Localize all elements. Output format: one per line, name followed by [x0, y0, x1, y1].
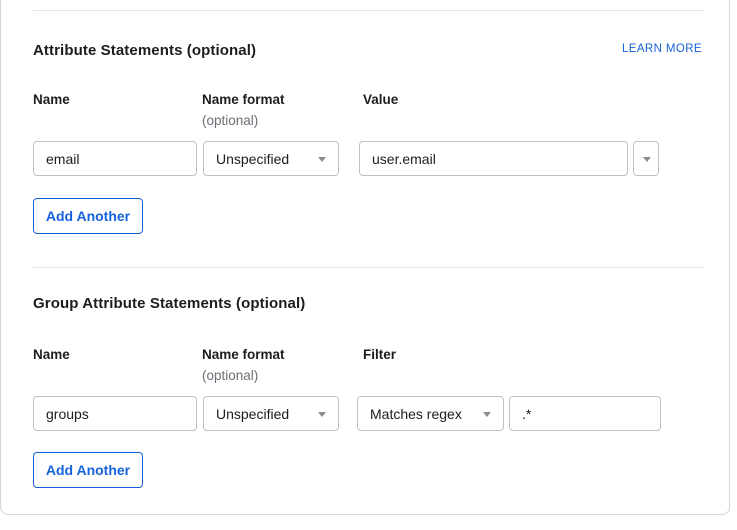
chevron-down-icon: [318, 412, 326, 417]
attribute-name-input[interactable]: [33, 141, 197, 176]
attribute-name-format-select[interactable]: Unspecified: [203, 141, 339, 176]
column-note-optional: (optional): [202, 368, 258, 383]
attribute-statements-title: Attribute Statements (optional): [33, 42, 256, 59]
column-header-name-format: Name format: [202, 92, 285, 107]
group-attribute-statements-title: Group Attribute Statements (optional): [33, 295, 305, 312]
group-attribute-name-format-selected-value: Unspecified: [216, 406, 310, 422]
group-filter-type-selected-value: Matches regex: [370, 406, 475, 422]
add-another-attribute-button[interactable]: Add Another: [33, 198, 143, 234]
section-divider: [33, 267, 704, 268]
section-divider: [33, 10, 704, 11]
column-header-name: Name: [33, 92, 70, 107]
column-header-filter: Filter: [363, 347, 396, 362]
group-attribute-name-format-select[interactable]: Unspecified: [203, 396, 339, 431]
chevron-down-icon: [318, 157, 326, 162]
group-attribute-name-input[interactable]: [33, 396, 197, 431]
column-header-value: Value: [363, 92, 398, 107]
saml-settings-panel: Attribute Statements (optional) LEARN MO…: [0, 0, 730, 515]
learn-more-link[interactable]: LEARN MORE: [622, 43, 702, 55]
group-filter-value-input[interactable]: [509, 396, 661, 431]
column-header-name: Name: [33, 347, 70, 362]
chevron-down-icon: [643, 157, 651, 162]
group-filter-type-select[interactable]: Matches regex: [357, 396, 504, 431]
chevron-down-icon: [483, 412, 491, 417]
attribute-value-input[interactable]: [359, 141, 628, 176]
column-header-name-format: Name format: [202, 347, 285, 362]
add-another-group-attribute-button[interactable]: Add Another: [33, 452, 143, 488]
column-note-optional: (optional): [202, 113, 258, 128]
attribute-value-dropdown-button[interactable]: [633, 141, 659, 176]
attribute-name-format-selected-value: Unspecified: [216, 151, 310, 167]
